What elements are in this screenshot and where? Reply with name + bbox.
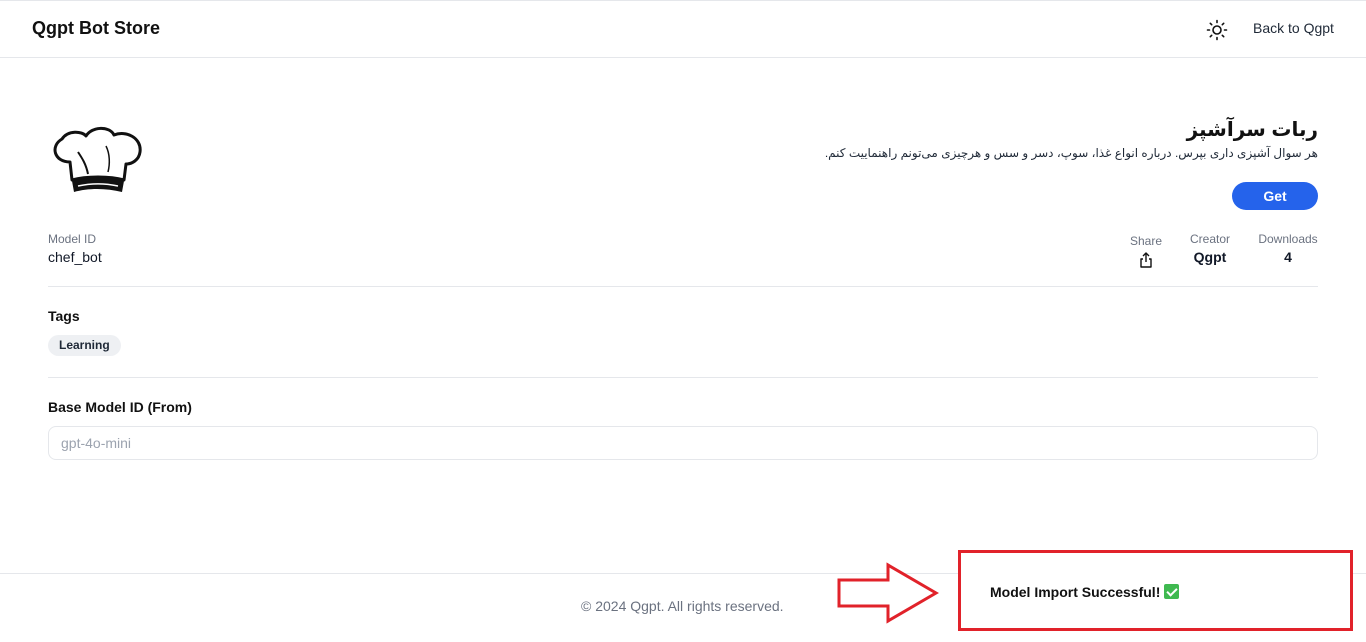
downloads-block: Downloads 4 bbox=[1256, 232, 1320, 265]
red-arrow-icon bbox=[837, 562, 939, 624]
creator-block: Creator Qgpt bbox=[1186, 232, 1234, 265]
back-to-qgpt-link[interactable]: Back to Qgpt bbox=[1253, 20, 1334, 36]
downloads-label: Downloads bbox=[1258, 232, 1318, 246]
share-block[interactable]: Share bbox=[1128, 234, 1164, 268]
tag-chip[interactable]: Learning bbox=[48, 335, 121, 356]
downloads-value: 4 bbox=[1284, 249, 1292, 265]
bot-name: ربات سرآشپز bbox=[1186, 119, 1318, 141]
brand-title[interactable]: Qgpt Bot Store bbox=[32, 18, 160, 39]
base-model-title: Base Model ID (From) bbox=[48, 399, 192, 415]
creator-label: Creator bbox=[1189, 232, 1230, 246]
check-mark-icon bbox=[1164, 584, 1180, 599]
share-icon[interactable] bbox=[1139, 252, 1153, 268]
theme-toggle-button[interactable] bbox=[1205, 18, 1229, 42]
model-id-value: chef_bot bbox=[48, 249, 102, 265]
toast-message: Model Import Successful! bbox=[990, 584, 1180, 600]
chef-hat-icon bbox=[48, 124, 144, 200]
toast-notification: Model Import Successful! bbox=[958, 550, 1353, 631]
divider bbox=[48, 286, 1318, 287]
get-button[interactable]: Get bbox=[1232, 182, 1318, 210]
share-label: Share bbox=[1129, 234, 1163, 248]
base-model-input[interactable] bbox=[48, 426, 1318, 460]
tags-title: Tags bbox=[48, 308, 80, 324]
divider bbox=[48, 377, 1318, 378]
top-bar: Qgpt Bot Store Back to Qgpt bbox=[0, 0, 1366, 58]
toast-message-text: Model Import Successful! bbox=[990, 584, 1161, 600]
model-id-block: Model ID chef_bot bbox=[48, 232, 102, 265]
sun-icon bbox=[1206, 19, 1228, 41]
bot-description: هر سوال آشپزی داری بپرس. درباره انواع غذ… bbox=[824, 146, 1318, 160]
copyright-text: © 2024 Qgpt. All rights reserved. bbox=[581, 598, 784, 614]
creator-value[interactable]: Qgpt bbox=[1186, 249, 1234, 265]
model-id-label: Model ID bbox=[48, 232, 97, 246]
